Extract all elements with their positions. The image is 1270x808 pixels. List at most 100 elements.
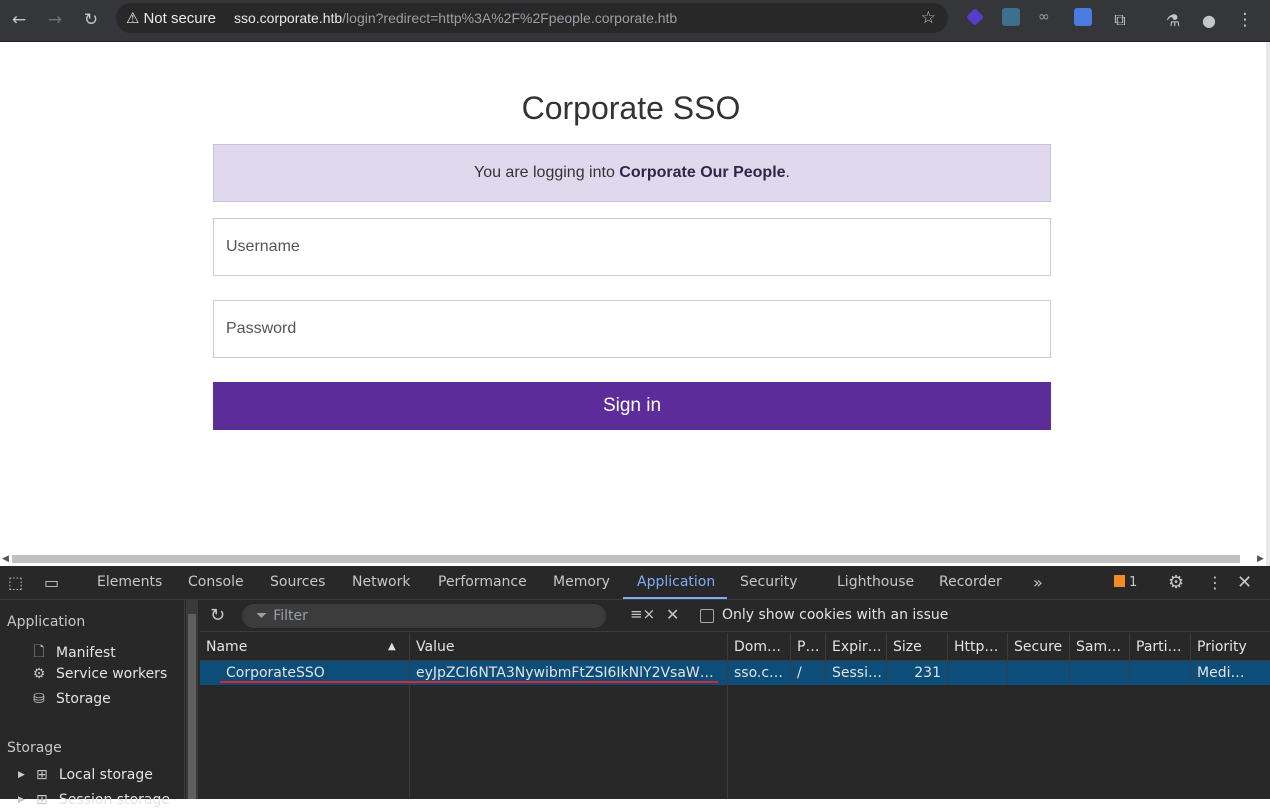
scroll-right-arrow-icon[interactable]: ▶ — [1257, 554, 1264, 564]
cookie-partition-cell[interactable] — [1130, 661, 1191, 685]
column-header-expires[interactable]: Expir… — [826, 633, 887, 661]
page-title: Corporate SSO — [521, 90, 741, 126]
login-notice: You are logging into Corporate Our Peopl… — [213, 144, 1051, 202]
sort-ascending-icon: ▲ — [388, 641, 396, 652]
devtools-menu-kebab-icon[interactable]: ⋮ — [1207, 573, 1223, 592]
devtools-tabbar: ⬚ ▭ Elements Console Sources Network Per… — [0, 566, 1270, 600]
red-annotation-underline — [220, 681, 718, 683]
forward-arrow-icon[interactable]: → — [41, 6, 69, 34]
filter-funnel-icon: ⏷ — [256, 608, 268, 624]
cookie-domain-cell[interactable]: sso.c… — [728, 661, 791, 685]
cookie-httponly-cell[interactable] — [948, 661, 1008, 685]
settings-gear-icon[interactable]: ⚙ — [1168, 572, 1184, 593]
extension-translate-icon[interactable] — [1074, 8, 1092, 26]
only-issues-checkbox[interactable] — [700, 609, 714, 623]
tab-memory[interactable]: Memory — [553, 574, 610, 590]
scrollbar-thumb[interactable] — [12, 555, 1240, 563]
username-input[interactable]: Username — [213, 218, 1051, 276]
extensions-puzzle-icon[interactable]: ⧉ — [1106, 6, 1134, 34]
sidebar-header-storage: Storage — [7, 740, 62, 756]
tab-performance[interactable]: Performance — [438, 574, 527, 590]
tab-elements[interactable]: Elements — [97, 574, 162, 590]
cookie-priority-cell[interactable]: Medi… — [1191, 661, 1270, 685]
sidebar-item-local-storage[interactable]: ▶ ⊞ Local storage — [18, 767, 153, 783]
security-indicator[interactable]: ⚠ Not secure — [126, 9, 216, 28]
profile-icon[interactable]: ● — [1195, 6, 1223, 34]
cookie-secure-cell[interactable] — [1008, 661, 1070, 685]
tab-application[interactable]: Application — [637, 574, 715, 590]
close-devtools-icon[interactable]: ✕ — [1237, 572, 1252, 593]
column-header-path[interactable]: P… — [791, 633, 826, 661]
horizontal-scrollbar[interactable]: ◀ ▶ — [0, 552, 1270, 566]
document-icon: 🗋 — [33, 644, 45, 660]
column-header-value[interactable]: Value — [410, 633, 728, 661]
column-header-size[interactable]: Size — [887, 633, 948, 661]
column-header-domain[interactable]: Dom… — [728, 633, 791, 661]
table-icon: ⊞ — [36, 792, 48, 808]
cookie-samesite-cell[interactable] — [1070, 661, 1130, 685]
vertical-scrollbar[interactable] — [1266, 42, 1270, 566]
column-divider — [727, 685, 728, 799]
labs-flask-icon[interactable]: ⚗ — [1159, 6, 1187, 34]
tab-security[interactable]: Security — [740, 574, 798, 590]
sidebar-header-application: Application — [7, 614, 86, 630]
scroll-left-arrow-icon[interactable]: ◀ — [2, 554, 9, 564]
database-icon: ⛁ — [33, 691, 45, 707]
issues-badge[interactable]: 1 — [1114, 575, 1137, 590]
tab-console[interactable]: Console — [188, 574, 244, 590]
url-text[interactable]: sso.corporate.htb/login?redirect=http%3A… — [234, 10, 677, 26]
tab-recorder[interactable]: Recorder — [939, 574, 1002, 590]
cookies-table: Name ▲ Value Dom… P… Expir… Size Http… Se… — [200, 633, 1270, 799]
reload-icon[interactable]: ↻ — [77, 6, 105, 34]
gears-icon: ⚙ — [32, 666, 46, 682]
extension-glasses-icon[interactable]: ∞ — [1038, 8, 1056, 26]
application-sidebar: Application 🗋 Manifest ⚙ Service workers ⛁… — [0, 600, 185, 808]
device-toolbar-icon[interactable]: ▭ — [44, 573, 59, 592]
address-bar[interactable]: ⚠ Not secure sso.corporate.htb/login?red… — [116, 3, 948, 33]
column-header-name[interactable]: Name ▲ — [200, 633, 410, 661]
cookie-expires-cell[interactable]: Sessi… — [826, 661, 887, 685]
sign-in-button[interactable]: Sign in — [213, 382, 1051, 430]
sidebar-scrollbar[interactable] — [186, 600, 198, 799]
inspect-element-icon[interactable]: ⬚ — [8, 573, 23, 592]
column-divider — [409, 685, 410, 799]
password-input[interactable]: Password — [213, 300, 1051, 358]
cookie-size-cell[interactable]: 231 — [887, 661, 948, 685]
column-header-partition-key[interactable]: Parti… — [1130, 633, 1191, 661]
sidebar-item-manifest[interactable]: 🗋 Manifest — [30, 641, 115, 665]
active-tab-indicator — [623, 597, 727, 599]
sidebar-scrollbar-thumb[interactable] — [188, 614, 196, 799]
cookie-path-cell[interactable]: / — [791, 661, 826, 685]
url-path: /login?redirect=http%3A%2F%2Fpeople.corp… — [342, 10, 678, 26]
expand-triangle-icon[interactable]: ▶ — [18, 770, 25, 780]
menu-kebab-icon[interactable]: ⋮ — [1231, 6, 1259, 34]
app-name: Corporate Our People — [619, 164, 786, 181]
warning-icon: ⚠ — [126, 10, 140, 27]
cookie-toolbar: ↻ ⏷ Filter ≡× ✕ Only show cookies with an… — [200, 600, 1270, 632]
delete-selected-icon[interactable]: ✕ — [666, 605, 679, 624]
sidebar-item-storage[interactable]: ⛁ Storage — [30, 691, 111, 707]
refresh-icon[interactable]: ↻ — [210, 605, 225, 626]
column-header-priority[interactable]: Priority — [1191, 633, 1270, 661]
cookie-filter-input[interactable]: ⏷ Filter — [242, 604, 606, 628]
tab-sources[interactable]: Sources — [270, 574, 325, 590]
back-arrow-icon[interactable]: ← — [5, 6, 33, 34]
bookmark-star-icon[interactable]: ☆ — [921, 8, 936, 28]
extension-diamond-icon[interactable] — [966, 8, 984, 26]
tab-network[interactable]: Network — [352, 574, 410, 590]
only-issues-label: Only show cookies with an issue — [722, 607, 949, 623]
more-tabs-chevron-icon[interactable]: » — [1033, 573, 1043, 592]
clear-filtered-icon[interactable]: ≡× — [630, 605, 655, 623]
url-host: sso.corporate.htb — [234, 10, 343, 26]
sidebar-item-session-storage[interactable]: ▶ ⊞ Session storage — [18, 792, 170, 808]
sidebar-item-service-workers[interactable]: ⚙ Service workers — [30, 666, 168, 682]
table-icon: ⊞ — [36, 767, 48, 783]
column-header-httponly[interactable]: Http… — [948, 633, 1008, 661]
tab-lighthouse[interactable]: Lighthouse — [837, 574, 914, 590]
extension-runner-icon[interactable] — [1002, 8, 1020, 26]
expand-triangle-icon[interactable]: ▶ — [18, 795, 25, 805]
column-header-secure[interactable]: Secure — [1008, 633, 1070, 661]
column-header-samesite[interactable]: Sam… — [1070, 633, 1130, 661]
issue-flag-icon — [1114, 575, 1125, 587]
web-page: Corporate SSO You are logging into Corpo… — [0, 42, 1270, 566]
